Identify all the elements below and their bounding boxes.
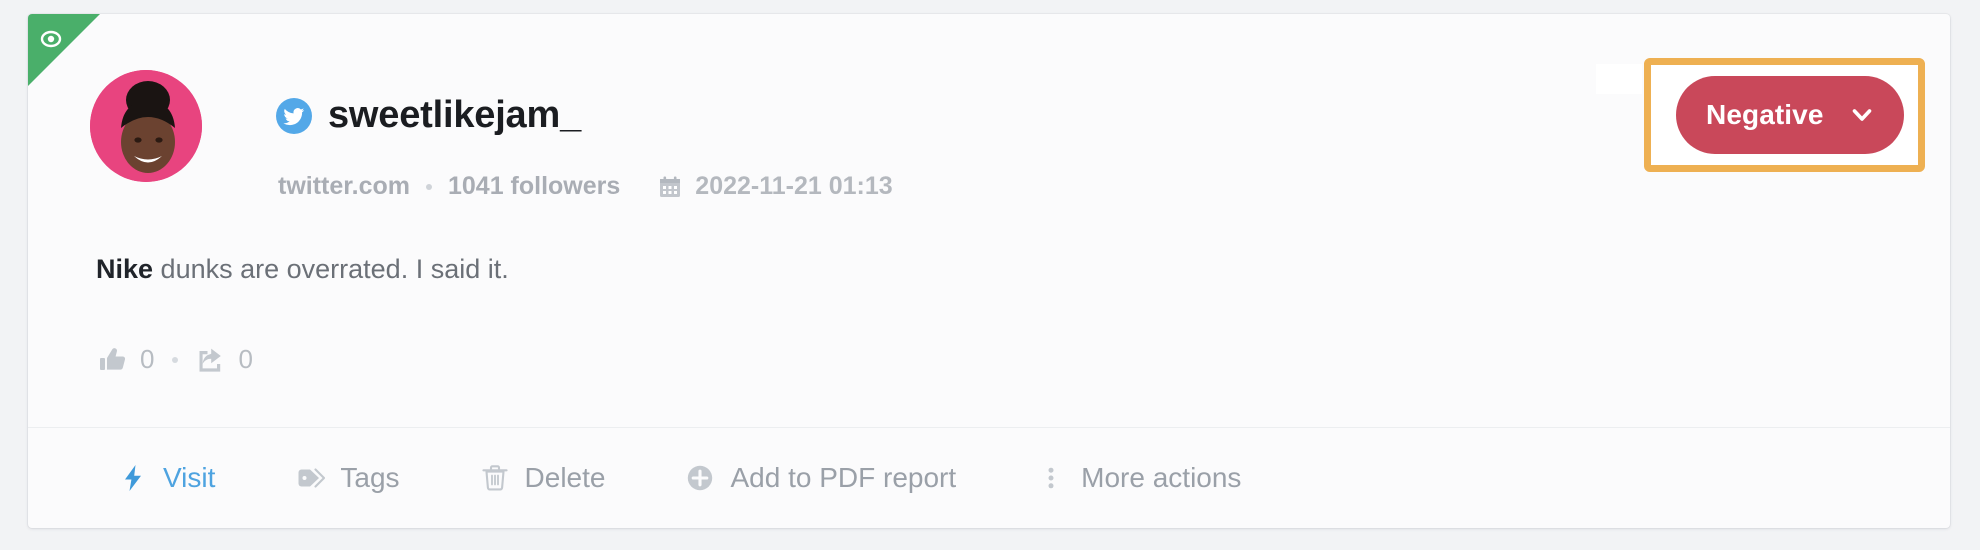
post-date: 2022-11-21 01:13: [695, 172, 893, 200]
likes-stat: 0: [98, 344, 154, 375]
action-visit[interactable]: Visit: [118, 462, 215, 494]
engagement-stats: 0 0: [98, 344, 253, 375]
lightning-bolt-icon: [118, 463, 148, 493]
meta-separator: [425, 183, 432, 190]
action-bar: Visit Tags Delete Add to PDF report More…: [28, 428, 1950, 528]
action-tags[interactable]: Tags: [295, 462, 400, 494]
trash-icon: [480, 463, 510, 493]
engagement-separator: [172, 356, 179, 363]
source-domain[interactable]: twitter.com: [278, 172, 410, 201]
action-delete-label: Delete: [524, 462, 606, 493]
action-more-actions[interactable]: More actions: [1036, 462, 1241, 494]
action-add-to-pdf-report[interactable]: Add to PDF report: [685, 462, 956, 494]
action-delete[interactable]: Delete: [480, 462, 606, 494]
tag-icon: [295, 463, 326, 493]
vertical-dots-icon: [1036, 463, 1066, 493]
thumbs-up-icon: [98, 345, 128, 375]
followers-count: 1041 followers: [447, 172, 621, 200]
sentiment-dropdown-button[interactable]: Negative: [1676, 76, 1904, 154]
matched-keyword: Nike: [96, 254, 154, 284]
twitter-icon: [276, 97, 312, 134]
shares-stat: 0: [196, 344, 253, 375]
toolbar-placeholder: [1596, 64, 1642, 94]
post-meta: twitter.com 1041 followers 2022-11-21 01…: [278, 172, 893, 201]
author-name[interactable]: sweetlikejam_: [328, 95, 581, 136]
action-more-actions-label: More actions: [1081, 462, 1242, 493]
share-icon: [196, 345, 226, 375]
shares-count: 0: [238, 344, 253, 374]
calendar-icon: [658, 175, 682, 199]
mention-card: sweetlikejam_ twitter.com 1041 followers: [28, 14, 1950, 528]
chevron-down-icon: [1850, 103, 1874, 127]
likes-count: 0: [140, 344, 155, 374]
post-body-text: dunks are overrated. I said it.: [153, 254, 509, 284]
action-add-to-pdf-report-label: Add to PDF report: [730, 462, 957, 493]
author-identity: sweetlikejam_: [276, 95, 581, 136]
sentiment-label: Negative: [1706, 99, 1824, 130]
avatar[interactable]: [90, 70, 202, 182]
action-visit-label: Visit: [163, 462, 216, 493]
card-header: sweetlikejam_ twitter.com 1041 followers: [28, 14, 1950, 344]
plus-circle-icon: [685, 463, 715, 493]
post-content: Nike dunks are overrated. I said it.: [96, 251, 509, 287]
action-tags-label: Tags: [340, 462, 400, 493]
